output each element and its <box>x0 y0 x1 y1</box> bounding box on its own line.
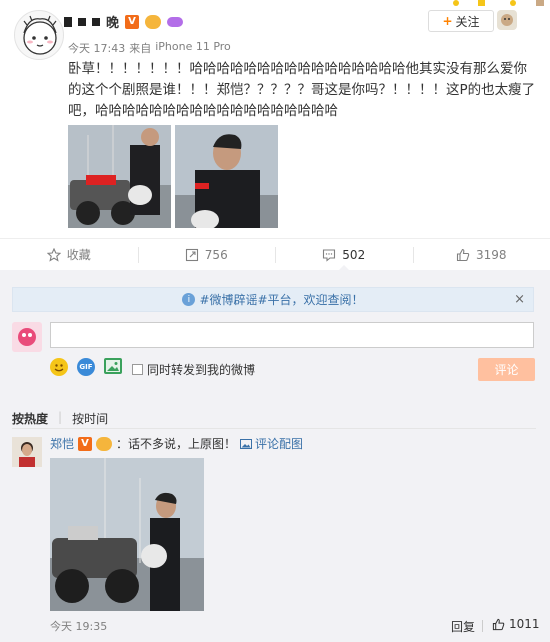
post-time[interactable]: 今天 17:43 <box>68 40 125 56</box>
sort-divider: | <box>58 410 63 424</box>
member-badge-icon <box>145 14 162 29</box>
username-tail: 晚 <box>106 16 120 31</box>
info-icon: i <box>182 293 196 306</box>
comment-icon <box>323 248 336 262</box>
decoration-icons <box>453 0 544 6</box>
commenter-photo <box>12 437 42 467</box>
post-content: 卧草！！！！！！！哈哈哈哈哈哈哈哈哈哈哈哈哈哈哈哈他其实没有那么爱你的这个个剧照… <box>68 61 536 119</box>
thumbs-up-icon <box>456 248 470 261</box>
share-icon <box>185 248 198 261</box>
redacted-block <box>92 17 100 26</box>
motorcycle-rider-photo <box>50 458 204 611</box>
post-image-2[interactable] <box>175 125 278 228</box>
favorite-label: 收藏 <box>66 248 91 262</box>
post-from-label: 来自 <box>129 42 152 55</box>
comment-like-button[interactable]: 1011 <box>492 617 540 631</box>
thumbs-up-icon <box>492 618 505 630</box>
vip-badge-icon <box>167 16 184 27</box>
comment-count: 502 <box>342 247 366 262</box>
repost-count: 756 <box>204 247 228 262</box>
redacted-block <box>78 17 86 26</box>
follow-label: 关注 <box>455 14 480 29</box>
post-image-1[interactable] <box>68 125 171 228</box>
notice-text[interactable]: #微博辟谣#平台，欢迎查阅！ <box>199 291 363 308</box>
post-device[interactable]: iPhone 11 Pro <box>155 40 231 56</box>
plus-icon: + <box>442 14 453 28</box>
like-button[interactable]: 3198 <box>412 239 550 270</box>
member-badge-icon <box>96 436 113 451</box>
comment-button[interactable]: 502 <box>275 239 413 271</box>
commenter-name[interactable]: 郑恺 <box>50 435 74 452</box>
poster-username[interactable]: 晚 V <box>64 12 184 31</box>
emoji-icon[interactable] <box>50 358 68 376</box>
my-avatar[interactable] <box>12 322 42 352</box>
comment-image-link[interactable]: 评论配图 <box>240 435 303 452</box>
cartoon-avatar-icon <box>12 322 42 352</box>
poster-avatar[interactable] <box>14 10 64 60</box>
divider <box>482 620 483 632</box>
comment-image[interactable] <box>50 458 204 611</box>
comment-sort-bar: 按热度 | 按时间 <box>12 410 108 427</box>
rider-portrait-photo <box>175 125 278 228</box>
comment-text: ：话不多说，上原图！ <box>116 437 237 451</box>
post-action-bar: 收藏 756 502 3198 <box>0 238 550 271</box>
star-icon <box>46 247 61 262</box>
sort-by-time-tab[interactable]: 按时间 <box>72 410 108 427</box>
post-meta: 今天 17:43 来自 iPhone 11 Pro <box>68 40 231 56</box>
rumor-notice-bar[interactable]: i #微博辟谣#平台，欢迎查阅！ × <box>12 287 534 312</box>
comment-like-count: 1011 <box>509 617 540 631</box>
repost-option-label: 同时转发到我的微博 <box>147 363 256 377</box>
picture-icon <box>240 438 253 449</box>
like-count: 3198 <box>475 247 507 262</box>
commenter-avatar[interactable] <box>12 437 42 467</box>
comment-input[interactable] <box>50 322 534 348</box>
reply-button[interactable]: 回复 <box>451 618 475 635</box>
favorite-button[interactable]: 收藏 <box>0 239 138 270</box>
verified-v-icon: V <box>78 436 93 451</box>
cartoon-face-icon <box>23 15 57 55</box>
gif-icon[interactable]: GIF <box>77 358 95 376</box>
sort-by-hot-tab[interactable]: 按热度 <box>12 410 48 427</box>
divider <box>12 428 536 429</box>
follow-button[interactable]: + 关注 <box>428 10 494 32</box>
comment-image-link-label: 评论配图 <box>255 437 304 451</box>
motorcycle-photo <box>68 125 171 228</box>
redacted-block <box>64 16 72 27</box>
more-menu-icon[interactable] <box>497 10 517 30</box>
verified-v-icon: V <box>125 14 140 29</box>
repost-button[interactable]: 756 <box>137 239 276 270</box>
submit-comment-button[interactable]: 评论 <box>478 358 535 381</box>
comment-time: 今天 19:35 <box>50 620 108 633</box>
repost-checkbox[interactable] <box>132 364 143 375</box>
comment-header: 郑恺 V ：话不多说，上原图！ 评论配图 <box>50 435 303 452</box>
image-upload-icon[interactable] <box>104 358 122 374</box>
repost-option[interactable]: 同时转发到我的微博 <box>132 361 255 378</box>
close-icon[interactable]: × <box>514 292 525 307</box>
